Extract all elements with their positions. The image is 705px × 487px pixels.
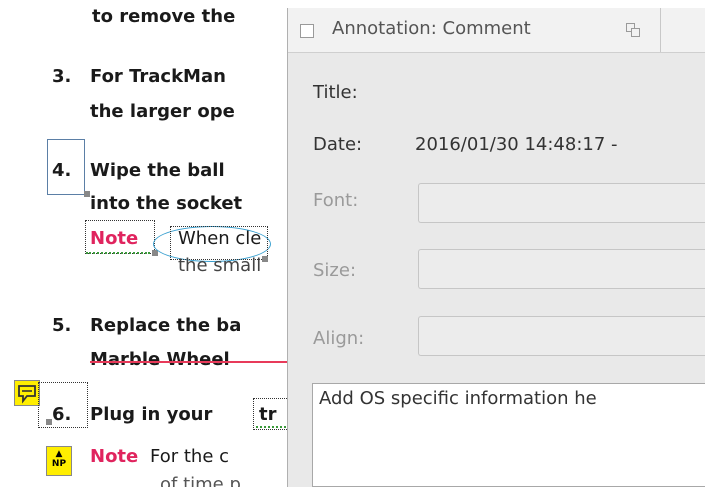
step-number: 3. <box>52 66 72 87</box>
size-label: Size: <box>313 260 357 281</box>
step4-line2: into the socket <box>90 193 243 214</box>
dialog-title: Annotation: Comment <box>332 18 531 39</box>
step3-line2: the larger ope <box>90 101 235 122</box>
strikeout-annotation[interactable] <box>90 361 290 363</box>
window-menu-icon[interactable] <box>300 24 314 38</box>
annotation-dialog: Annotation: Comment Title: Date: 2016/01… <box>287 8 705 487</box>
step-number: 5. <box>52 315 72 336</box>
step5-line1: Replace the ba <box>90 315 242 336</box>
note2-line1-wrap: Note <box>90 446 138 468</box>
np-label: NP <box>51 459 67 469</box>
new-paragraph-icon[interactable]: ▲ NP <box>46 446 72 476</box>
title-label: Title: <box>313 82 358 103</box>
comment-textarea[interactable]: Add OS specific information he <box>312 383 705 487</box>
align-combobox[interactable] <box>418 316 705 356</box>
doc-text-line: to remove the <box>92 6 236 27</box>
size-combobox[interactable] <box>418 249 705 289</box>
step6-suffix: tr <box>259 404 277 425</box>
step4-line1: Wipe the ball <box>90 160 225 181</box>
document-view: to remove the 3. For TrackMan the larger… <box>0 0 300 487</box>
step-number: 6. <box>52 404 72 425</box>
step3-line1: For TrackMan <box>90 66 226 87</box>
underline-annotation[interactable] <box>86 252 150 254</box>
font-combobox[interactable] <box>418 183 705 223</box>
dialog-titlebar[interactable]: Annotation: Comment <box>288 8 705 53</box>
date-label: Date: <box>313 134 363 155</box>
up-triangle-icon: ▲ <box>55 449 63 459</box>
note1-line2: the small <box>178 255 262 276</box>
align-label: Align: <box>313 328 365 349</box>
note1-line1-wrap: Note <box>90 228 138 250</box>
titlebar-separator <box>660 8 661 52</box>
step5-line2: Marble Wheel <box>90 349 230 370</box>
note2-line2: of time p <box>160 474 241 487</box>
note2-line1: For the c <box>150 446 230 467</box>
speech-bubble-icon <box>18 385 36 404</box>
step-number: 4. <box>52 160 72 181</box>
comment-note-icon[interactable] <box>14 380 40 406</box>
step6-prefix: Plug in your <box>90 404 213 425</box>
note1-line1: When cle <box>178 228 262 249</box>
note-label: Note <box>90 446 139 467</box>
restore-icon[interactable] <box>626 23 642 39</box>
note-label: Note <box>90 228 139 249</box>
font-label: Font: <box>313 190 359 211</box>
resize-handle[interactable] <box>262 256 268 262</box>
underline-annotation[interactable] <box>256 426 290 428</box>
date-value: 2016/01/30 14:48:17 - <box>415 134 618 155</box>
